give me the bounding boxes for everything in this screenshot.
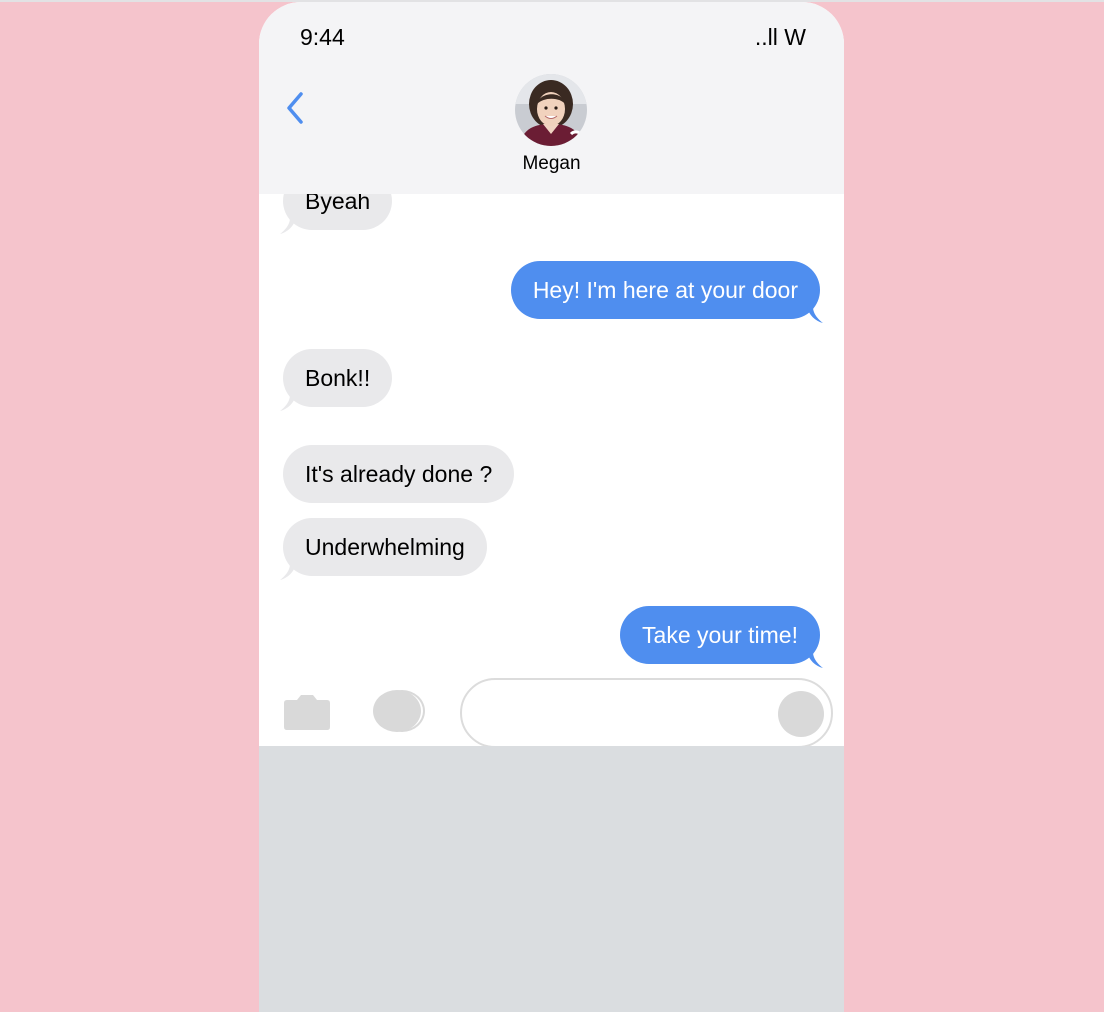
camera-button[interactable] xyxy=(283,694,331,730)
status-time: 9:44 xyxy=(300,24,345,50)
contact-avatar-photo xyxy=(515,74,587,146)
bubble-tail xyxy=(280,218,296,234)
message-bubble-incoming[interactable]: Byeah xyxy=(280,194,393,234)
phone-frame: 9:44 ..ll W Megan Byeah Hey! I'm here at… xyxy=(259,2,844,1012)
bubble-tail xyxy=(807,307,823,323)
message-bubble-outgoing[interactable]: Take your time! xyxy=(620,606,823,668)
app-store-icon-fill xyxy=(373,690,421,732)
message-text: Bonk!! xyxy=(305,365,371,391)
message-list: Byeah Hey! I'm here at your door Bonk!! … xyxy=(259,194,844,674)
message-composer xyxy=(259,674,844,748)
message-bubble-incoming[interactable]: Underwhelming xyxy=(280,518,487,580)
message-text: It's already done ? xyxy=(305,461,493,487)
message-text: Take your time! xyxy=(642,622,798,648)
bubble-tail xyxy=(807,652,823,668)
status-signal: ..ll W xyxy=(754,24,806,50)
message-text: Underwhelming xyxy=(305,534,465,560)
message-bubble-incoming[interactable]: Bonk!! xyxy=(280,349,393,411)
camera-icon xyxy=(284,695,330,730)
back-button[interactable] xyxy=(281,88,311,128)
conversation-header: 9:44 ..ll W Megan xyxy=(259,2,844,194)
keyboard-area xyxy=(259,746,844,1012)
message-text: Hey! I'm here at your door xyxy=(532,277,798,303)
message-bubble-outgoing[interactable]: Hey! I'm here at your door xyxy=(510,261,823,323)
contact-name[interactable]: Megan xyxy=(259,153,844,175)
message-text: Byeah xyxy=(305,194,371,214)
message-bubble-incoming[interactable]: It's already done ? xyxy=(283,445,515,503)
contact-avatar[interactable] xyxy=(515,74,587,146)
send-button[interactable] xyxy=(778,691,824,737)
apps-button[interactable] xyxy=(373,690,431,734)
bubble-tail xyxy=(280,564,296,580)
chevron-left-icon xyxy=(287,92,303,124)
bubble-tail xyxy=(280,395,296,411)
